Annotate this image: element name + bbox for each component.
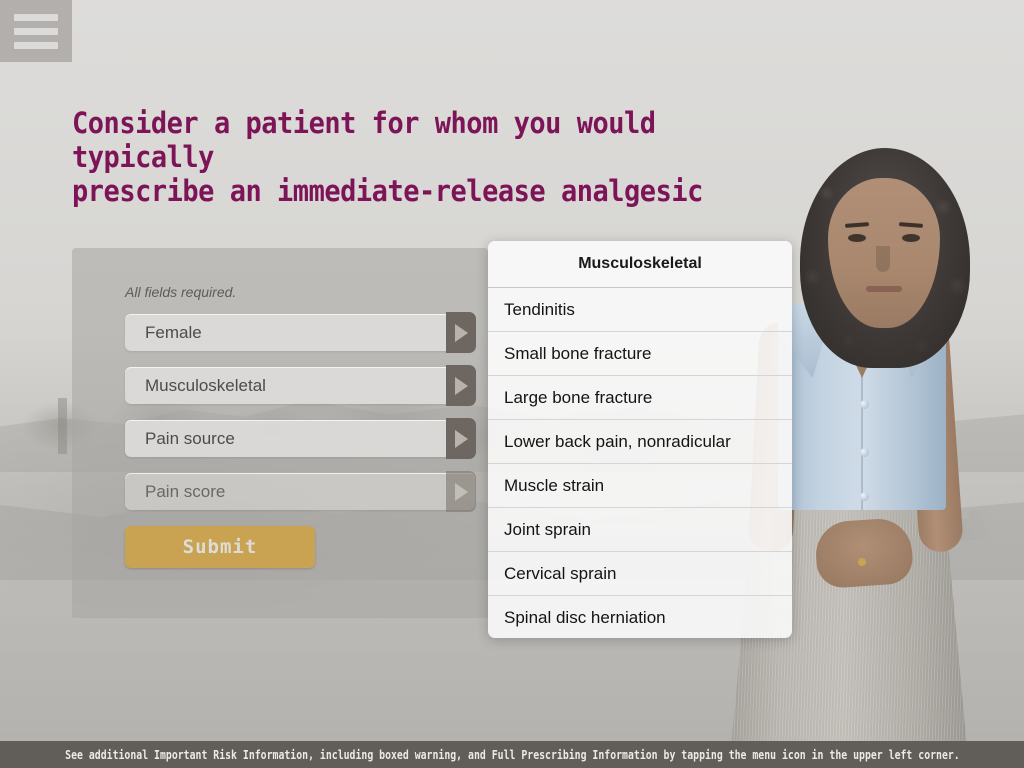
page-title-line-1: Consider a patient for whom you would ty… <box>72 106 656 174</box>
gender-select-arrow-button[interactable] <box>446 312 476 353</box>
dropdown-option[interactable]: Muscle strain <box>488 464 792 508</box>
model-nose <box>876 246 890 272</box>
form-fields-list: Female Musculoskeletal Pain source Pain … <box>125 312 476 526</box>
app-root: Consider a patient for whom you would ty… <box>0 0 1024 768</box>
model-eye <box>902 234 920 242</box>
pain-source-select-arrow-button[interactable] <box>446 418 476 459</box>
model-mouth <box>866 286 902 292</box>
patient-profile-form: All fields required. Female Musculoskele… <box>72 248 488 618</box>
pain-source-dropdown-panel: Musculoskeletal Tendinitis Small bone fr… <box>488 241 792 638</box>
submit-button[interactable]: Submit <box>125 526 315 568</box>
model-blouse-button <box>860 400 869 409</box>
dropdown-option[interactable]: Small bone fracture <box>488 332 792 376</box>
model-blouse-button <box>860 492 869 501</box>
footer-text: See additional Important Risk Informatio… <box>64 747 960 762</box>
menu-bar <box>14 27 58 35</box>
pain-score-select[interactable]: Pain score <box>125 473 475 510</box>
model-eye <box>848 234 866 242</box>
dropdown-option[interactable]: Cervical sprain <box>488 552 792 596</box>
field-row-pain-score[interactable]: Pain score <box>125 471 476 512</box>
pain-category-select[interactable]: Musculoskeletal <box>125 367 475 404</box>
background-tower <box>58 398 67 454</box>
play-triangle-icon <box>454 429 468 448</box>
menu-bar <box>14 13 58 21</box>
menu-bar <box>14 41 58 49</box>
gender-select[interactable]: Female <box>125 314 475 351</box>
dropdown-option[interactable]: Tendinitis <box>488 288 792 332</box>
field-row-gender[interactable]: Female <box>125 312 476 353</box>
dropdown-option[interactable]: Large bone fracture <box>488 376 792 420</box>
pain-source-select[interactable]: Pain source <box>125 420 475 457</box>
dropdown-header: Musculoskeletal <box>488 241 792 288</box>
play-triangle-icon <box>454 376 468 395</box>
dropdown-option[interactable]: Lower back pain, nonradicular <box>488 420 792 464</box>
model-blouse-button <box>860 448 869 457</box>
pain-category-select-arrow-button[interactable] <box>446 365 476 406</box>
page-title: Consider a patient for whom you would ty… <box>72 106 723 208</box>
model-ring <box>858 558 866 566</box>
play-triangle-icon <box>454 482 468 501</box>
hamburger-menu-icon[interactable] <box>0 0 72 62</box>
dropdown-option[interactable]: Joint sprain <box>488 508 792 552</box>
required-fields-note: All fields required. <box>125 284 237 300</box>
field-row-pain-category[interactable]: Musculoskeletal <box>125 365 476 406</box>
field-row-pain-source[interactable]: Pain source <box>125 418 476 459</box>
page-title-line-2: prescribe an immediate-release analgesic <box>72 174 703 208</box>
dropdown-option[interactable]: Spinal disc herniation <box>488 596 792 638</box>
pain-score-select-arrow-button[interactable] <box>446 471 476 512</box>
play-triangle-icon <box>454 323 468 342</box>
model-hands <box>813 516 915 590</box>
important-risk-information-bar: See additional Important Risk Informatio… <box>0 741 1024 768</box>
